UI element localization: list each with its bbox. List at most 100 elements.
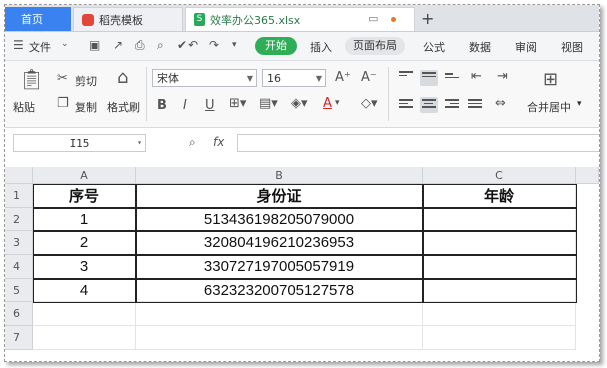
print-preview-icon[interactable]: ⌕ [157, 38, 164, 53]
table-cell[interactable]: 320804196210236953 [136, 231, 423, 255]
format-painter-button[interactable]: 格式刷 [107, 99, 140, 115]
fill-color-icon[interactable]: ◈▾ [291, 96, 308, 111]
align-middle-icon[interactable] [420, 70, 438, 86]
align-top-icon[interactable] [399, 71, 413, 83]
align-center-icon[interactable] [420, 97, 438, 113]
menu-view[interactable]: 视图 [561, 39, 583, 55]
row-header[interactable]: 3 [5, 231, 33, 255]
column-header[interactable]: C [423, 167, 576, 184]
tab-bar: 首页 稻壳模板 S 效率办公365.xlsx ▭ + [5, 5, 599, 32]
paste-icon[interactable]: 📋︎ [19, 67, 44, 91]
bold-icon[interactable]: B [157, 98, 167, 113]
menu-page-layout[interactable]: 页面布局 [345, 37, 405, 55]
row-header[interactable]: 1 [5, 184, 33, 208]
undo-icon[interactable]: ↶ [188, 38, 198, 52]
merge-center-button[interactable]: 合并居中 [527, 99, 571, 115]
spellcheck-icon[interactable]: ✔ [177, 38, 187, 52]
column-header[interactable]: B [136, 167, 423, 184]
menu-start[interactable]: 开始 [255, 37, 297, 55]
plus-icon[interactable]: + [421, 9, 434, 28]
distributed-align-icon[interactable]: ⇔ [495, 96, 506, 111]
indent-decrease-icon[interactable]: ⇤ [471, 69, 482, 84]
font-size-value: 16 [267, 72, 281, 85]
export-icon[interactable]: ↗ [113, 38, 123, 52]
table-cell[interactable] [423, 231, 576, 255]
cell-header-seq[interactable]: 序号 [33, 184, 136, 208]
table-cell[interactable] [33, 302, 136, 326]
format-painter-icon[interactable]: ⌂ [117, 67, 128, 88]
table-cell[interactable] [136, 302, 423, 326]
column-header[interactable]: A [33, 167, 136, 184]
cut-button[interactable]: 剪切 [75, 73, 97, 89]
justify-icon[interactable] [468, 99, 482, 111]
chevron-down-icon[interactable]: ▾ [577, 99, 582, 109]
row-header[interactable]: 7 [5, 326, 33, 350]
name-box[interactable]: I15 ▾ [13, 134, 146, 152]
table-cell[interactable]: 330727197005057919 [136, 255, 423, 279]
copy-button[interactable]: 复制 [75, 99, 97, 115]
paste-button[interactable]: 粘贴 [13, 99, 35, 115]
divider [388, 67, 389, 121]
borders-icon[interactable]: ⊞▾ [229, 96, 246, 111]
save-icon[interactable]: ▣ [89, 38, 100, 52]
monitor-icon[interactable]: ▭ [368, 12, 378, 25]
align-left-icon[interactable] [399, 99, 413, 111]
menu-formulas[interactable]: 公式 [423, 39, 445, 55]
redo-icon[interactable]: ↷ [209, 38, 219, 52]
indent-increase-icon[interactable]: ⇥ [497, 69, 508, 84]
align-right-icon[interactable] [445, 99, 459, 111]
row-header[interactable]: 2 [5, 208, 33, 231]
table-cell[interactable] [136, 326, 423, 350]
fill-pattern-icon[interactable]: ▤▾ [259, 96, 278, 111]
merge-cells-icon[interactable]: ⊞ [543, 69, 558, 90]
row-header[interactable]: 6 [5, 302, 33, 326]
clear-format-icon[interactable]: ◇▾ [361, 96, 378, 111]
table-cell[interactable] [423, 279, 576, 302]
tab-templates[interactable]: 稻壳模板 [73, 7, 183, 31]
table-cell[interactable] [423, 208, 576, 231]
table-cell[interactable] [33, 326, 136, 350]
table-cell[interactable]: 4 [33, 279, 136, 302]
chevron-down-icon[interactable]: ⌄ [61, 39, 69, 49]
increase-font-icon[interactable]: A⁺ [335, 70, 351, 85]
table-cell[interactable]: 3 [33, 255, 136, 279]
table-cell[interactable]: 632323200705127578 [136, 279, 423, 302]
tab-document[interactable]: S 效率办公365.xlsx [185, 7, 415, 31]
chevron-down-icon[interactable]: ▾ [335, 98, 340, 108]
name-box-value: I15 [69, 137, 90, 150]
menu-file[interactable]: 文件 [29, 39, 51, 55]
font-name-select[interactable]: 宋体 ▼ [152, 69, 257, 87]
table-cell[interactable] [423, 255, 576, 279]
italic-icon[interactable]: I [183, 98, 187, 113]
table-border [33, 278, 577, 280]
row-header[interactable]: 5 [5, 279, 33, 302]
tab-home[interactable]: 首页 [5, 7, 71, 31]
font-color-icon[interactable]: A [323, 96, 332, 111]
table-cell[interactable]: 1 [33, 208, 136, 231]
underline-icon[interactable]: U [205, 98, 215, 113]
row-header[interactable]: 4 [5, 255, 33, 279]
cell-header-id[interactable]: 身份证 [136, 184, 423, 208]
select-all-corner[interactable] [5, 167, 33, 184]
cut-icon[interactable]: ✂ [57, 71, 68, 86]
table-cell[interactable]: 2 [33, 231, 136, 255]
print-icon[interactable]: ⎙ [135, 38, 145, 53]
menu-data[interactable]: 数据 [469, 39, 491, 55]
column-header[interactable] [576, 167, 599, 184]
formula-input[interactable] [237, 134, 599, 152]
zoom-search-icon[interactable]: ⌕ [189, 135, 196, 150]
table-cell[interactable] [423, 302, 576, 326]
table-cell[interactable] [423, 326, 576, 350]
cell-header-age[interactable]: 年龄 [423, 184, 576, 208]
customize-chevron-icon[interactable]: ▾ [232, 40, 237, 50]
tab-templates-label: 稻壳模板 [99, 13, 143, 27]
fx-button[interactable]: fx [213, 135, 224, 149]
table-cell[interactable]: 513436198205079000 [136, 208, 423, 231]
menu-review[interactable]: 审阅 [515, 39, 537, 55]
menu-insert[interactable]: 插入 [310, 39, 332, 55]
decrease-font-icon[interactable]: A⁻ [361, 70, 377, 85]
font-size-select[interactable]: 16 ▼ [262, 69, 326, 87]
copy-icon[interactable]: ❐ [57, 96, 69, 111]
menu-hamburger-icon[interactable]: ☰ [13, 38, 24, 52]
align-bottom-icon[interactable] [445, 73, 459, 85]
